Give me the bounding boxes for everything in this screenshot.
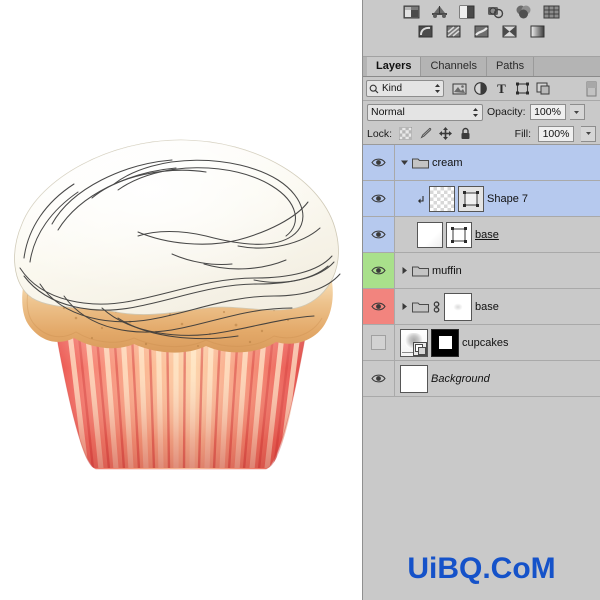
adjustments-row-1 — [363, 0, 600, 20]
brightness-contrast-icon[interactable] — [403, 4, 420, 20]
posterize-icon[interactable] — [445, 24, 462, 40]
folder-icon — [412, 156, 429, 169]
layer-visibility-toggle[interactable] — [363, 217, 395, 252]
layer-visibility-toggle[interactable] — [363, 181, 395, 216]
disclosure-triangle-right-icon[interactable] — [400, 265, 409, 276]
panel-dock: Layers Channels Paths Kind T Normal Opac… — [362, 0, 600, 600]
layer-row-background[interactable]: Background — [363, 361, 600, 397]
filter-shape-icon[interactable] — [513, 80, 532, 97]
fill-label: Fill: — [514, 127, 531, 140]
hue-saturation-icon[interactable] — [543, 4, 560, 20]
layer-visibility-toggle[interactable] — [363, 361, 395, 396]
panel-tab-bar: Layers Channels Paths — [363, 57, 600, 77]
layer-row-cream[interactable]: cream — [363, 145, 600, 181]
cupcake-artwork — [6, 132, 356, 472]
filter-type-icon[interactable]: T — [492, 80, 511, 97]
adjustments-row-2 — [363, 20, 600, 40]
layer-row-base-shape[interactable]: base — [363, 217, 600, 253]
filter-adjustment-icon[interactable] — [471, 80, 490, 97]
opacity-input[interactable]: 100% — [529, 104, 566, 120]
lock-image-icon[interactable] — [419, 127, 432, 140]
layer-mask-thumbnail[interactable] — [444, 292, 472, 321]
selective-color-icon[interactable] — [473, 24, 490, 40]
lock-row: Lock: Fill: 100% — [363, 123, 600, 145]
fill-stepper-button[interactable] — [581, 125, 596, 142]
disclosure-triangle-right-icon[interactable] — [400, 301, 409, 312]
layer-name-base-shape[interactable]: base — [475, 229, 499, 241]
layer-name-muffin[interactable]: muffin — [432, 265, 462, 277]
layer-row-shape-7[interactable]: Shape 7 — [363, 181, 600, 217]
lock-all-icon[interactable] — [459, 127, 472, 140]
layer-body[interactable]: base — [395, 289, 600, 324]
svg-text:T: T — [497, 81, 506, 96]
opacity-stepper-button[interactable] — [569, 104, 585, 120]
layer-row-base-group[interactable]: base — [363, 289, 600, 325]
watermark: UiBQ.CoM — [407, 552, 556, 585]
layer-name-cream[interactable]: cream — [432, 157, 463, 169]
photoshop-window: Layers Channels Paths Kind T Normal Opac… — [0, 0, 600, 600]
lock-transparency-icon[interactable] — [399, 127, 413, 140]
layer-body[interactable]: muffin — [395, 253, 600, 288]
smart-object-badge-icon — [413, 341, 427, 356]
blend-mode-value: Normal — [371, 106, 405, 118]
adjustments-panel — [363, 0, 600, 57]
filter-kind-dropdown[interactable]: Kind — [366, 80, 444, 97]
tab-paths[interactable]: Paths — [486, 57, 535, 76]
chevron-updown-icon — [434, 83, 441, 94]
opacity-label: Opacity: — [487, 106, 526, 118]
layer-thumbnail[interactable] — [417, 221, 443, 248]
tab-layers[interactable]: Layers — [367, 57, 422, 76]
fill-input[interactable]: 100% — [538, 125, 574, 142]
curves-icon[interactable] — [459, 4, 476, 20]
gradient-fill-icon[interactable] — [529, 24, 546, 40]
clipping-mask-arrow-icon — [417, 193, 426, 205]
layer-body[interactable]: cream — [395, 145, 600, 180]
filter-kind-label: Kind — [382, 83, 403, 94]
document-canvas[interactable] — [0, 0, 362, 600]
layer-body[interactable]: Background — [395, 361, 600, 396]
gradient-map-icon[interactable] — [501, 24, 518, 40]
layer-row-muffin[interactable]: muffin — [363, 253, 600, 289]
layer-visibility-toggle[interactable] — [363, 145, 395, 180]
layer-filter-row: Kind T — [363, 77, 600, 101]
folder-icon — [412, 264, 429, 277]
exposure-icon[interactable] — [487, 4, 504, 20]
layer-name-shape-7[interactable]: Shape 7 — [487, 193, 528, 205]
layer-thumbnail[interactable] — [429, 185, 455, 212]
vector-mask-thumbnail[interactable] — [458, 185, 484, 212]
layer-visibility-toggle[interactable] — [363, 325, 395, 360]
blend-mode-dropdown[interactable]: Normal — [367, 103, 483, 121]
tab-channels[interactable]: Channels — [421, 57, 487, 76]
disclosure-triangle-down-icon[interactable] — [400, 157, 409, 168]
filter-toggle-switch[interactable] — [586, 81, 597, 97]
levels-icon[interactable] — [431, 4, 448, 20]
layer-visibility-toggle[interactable] — [363, 289, 395, 324]
eye-off-placeholder — [371, 335, 386, 350]
layers-list: cream Shape 7 base muffin base cupcakes … — [363, 145, 600, 397]
lock-position-icon[interactable] — [439, 127, 453, 140]
search-icon — [369, 84, 379, 94]
layer-thumbnail[interactable] — [400, 364, 428, 393]
layer-name-base-group[interactable]: base — [475, 301, 499, 313]
folder-icon — [412, 300, 429, 313]
blend-mode-row: Normal Opacity: 100% — [363, 101, 600, 123]
lock-label: Lock: — [367, 127, 393, 140]
layer-visibility-toggle[interactable] — [363, 253, 395, 288]
chevron-updown-icon — [472, 107, 479, 118]
filter-smartobject-icon[interactable] — [534, 80, 553, 97]
vector-mask-thumbnail[interactable] — [446, 221, 472, 248]
layer-name-background[interactable]: Background — [431, 373, 490, 385]
layer-body[interactable]: cupcakes — [395, 325, 600, 360]
layer-name-cupcakes[interactable]: cupcakes — [462, 337, 508, 349]
layer-thumbnail[interactable] — [400, 328, 428, 357]
layer-body[interactable]: Shape 7 — [395, 181, 600, 216]
layer-row-cupcakes[interactable]: cupcakes — [363, 325, 600, 361]
layer-mask-thumbnail[interactable] — [431, 328, 459, 357]
layer-body[interactable]: base — [395, 217, 600, 252]
link-layers-icon[interactable] — [432, 300, 441, 314]
filter-pixel-icon[interactable] — [450, 80, 469, 97]
vibrance-icon[interactable] — [515, 4, 532, 20]
invert-icon[interactable] — [417, 24, 434, 40]
